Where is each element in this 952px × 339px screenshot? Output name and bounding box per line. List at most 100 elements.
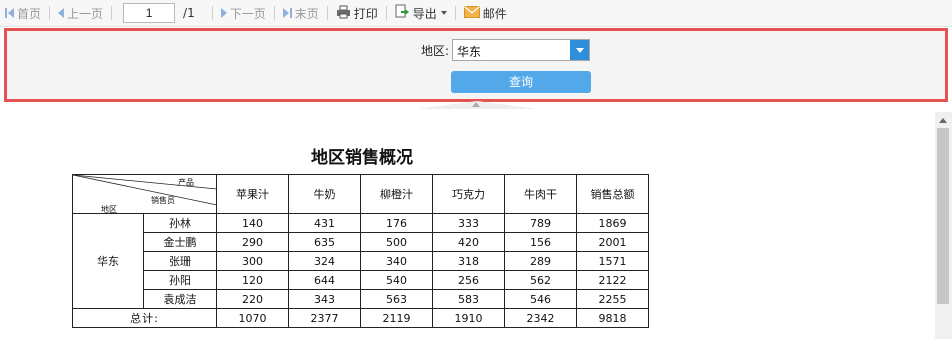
- next-page-label: 下一页: [229, 6, 266, 21]
- parameter-panel: 地区: 华东 查询: [4, 28, 948, 102]
- toolbar-divider: [49, 6, 51, 20]
- printer-icon: [336, 5, 351, 22]
- corner-product-label: 产品: [178, 178, 194, 187]
- sales-table: 产品 销售员 地区 苹果汁 牛奶 柳橙汁 巧克力 牛肉干 销售总额 华东 孙林 …: [72, 174, 649, 328]
- region-select-dropdown-button[interactable]: [570, 40, 589, 60]
- value-cell: 1869: [576, 213, 649, 233]
- region-select-value: 华东: [457, 45, 482, 59]
- query-button[interactable]: 查询: [451, 71, 591, 93]
- value-cell: 324: [288, 251, 361, 271]
- last-page-icon: [282, 8, 292, 18]
- corner-diagonal-lines: [73, 175, 217, 206]
- table-row: 张珊 300 324 340 318 289 1571: [73, 251, 649, 271]
- column-header: 牛奶: [288, 174, 361, 214]
- total-row: 总计: 1070 2377 2119 1910 2342 9818: [72, 308, 649, 328]
- value-cell: 500: [360, 232, 433, 252]
- scroll-up-icon[interactable]: [939, 118, 947, 123]
- table-row: 袁成洁 220 343 563 583 546 2255: [73, 289, 649, 309]
- last-page-button[interactable]: 末页: [280, 2, 322, 24]
- value-cell: 540: [360, 270, 433, 290]
- total-cell: 9818: [576, 308, 649, 328]
- mail-icon: [463, 5, 480, 21]
- vertical-scrollbar[interactable]: [935, 112, 952, 339]
- collapse-panel-handle[interactable]: [417, 101, 537, 109]
- salesperson-cell: 张珊: [143, 251, 217, 271]
- scrollbar-thumb[interactable]: [937, 128, 949, 304]
- total-label: 总计:: [72, 308, 217, 328]
- salesperson-cell: 袁成洁: [143, 289, 217, 309]
- value-cell: 318: [432, 251, 505, 271]
- total-cell: 1910: [432, 308, 505, 328]
- value-cell: 1571: [576, 251, 649, 271]
- corner-region-label: 地区: [101, 205, 117, 214]
- toolbar-divider: [111, 6, 113, 20]
- page-number-input[interactable]: [123, 3, 176, 23]
- salesperson-cell: 孙林: [143, 213, 217, 233]
- salesperson-cell: 孙阳: [143, 270, 217, 290]
- toolbar-divider: [273, 6, 275, 20]
- prev-page-button[interactable]: 上一页: [55, 2, 106, 24]
- chevron-down-icon: [575, 48, 584, 53]
- next-page-button[interactable]: 下一页: [218, 2, 269, 24]
- column-header: 销售总额: [576, 174, 649, 214]
- region-label: 地区:: [421, 44, 450, 58]
- value-cell: 156: [504, 232, 577, 252]
- column-header: 巧克力: [432, 174, 505, 214]
- value-cell: 563: [360, 289, 433, 309]
- value-cell: 583: [432, 289, 505, 309]
- mail-button[interactable]: 邮件: [461, 2, 510, 24]
- column-header: 柳橙汁: [360, 174, 433, 214]
- toolbar-divider: [211, 6, 213, 20]
- value-cell: 2122: [576, 270, 649, 290]
- value-cell: 120: [216, 270, 289, 290]
- first-page-button[interactable]: 首页: [2, 2, 44, 24]
- region-cell: 华东: [72, 213, 144, 309]
- value-cell: 546: [504, 289, 577, 309]
- total-cell: 1070: [216, 308, 289, 328]
- toolbar-divider: [454, 6, 456, 20]
- print-label: 打印: [353, 6, 378, 21]
- export-button[interactable]: 导出: [392, 2, 450, 24]
- value-cell: 300: [216, 251, 289, 271]
- table-row: 华东 孙林 140 431 176 333 789 1869: [72, 213, 649, 309]
- toolbar-divider: [385, 6, 387, 20]
- export-icon: [395, 4, 410, 22]
- mail-label: 邮件: [482, 6, 507, 21]
- export-label: 导出: [412, 6, 437, 21]
- value-cell: 562: [504, 270, 577, 290]
- header-row: 产品 销售员 地区 苹果汁 牛奶 柳橙汁 巧克力 牛肉干 销售总额: [72, 174, 649, 214]
- value-cell: 340: [360, 251, 433, 271]
- total-cell: 2119: [360, 308, 433, 328]
- value-cell: 343: [288, 289, 361, 309]
- value-cell: 333: [432, 213, 505, 233]
- value-cell: 2255: [576, 289, 649, 309]
- report-title: 地区销售概况: [311, 148, 413, 168]
- prev-page-icon: [58, 8, 65, 18]
- salesperson-cell: 金士鹏: [143, 232, 217, 252]
- table-row: 孙阳 120 644 540 256 562 2122: [73, 270, 649, 290]
- toolbar-divider: [326, 6, 328, 20]
- first-page-label: 首页: [17, 6, 42, 21]
- value-cell: 140: [216, 213, 289, 233]
- value-cell: 220: [216, 289, 289, 309]
- value-cell: 289: [504, 251, 577, 271]
- prev-page-label: 上一页: [67, 6, 104, 21]
- value-cell: 420: [432, 232, 505, 252]
- print-button[interactable]: 打印: [333, 2, 381, 24]
- value-cell: 431: [288, 213, 361, 233]
- corner-header-cell: 产品 销售员 地区: [72, 174, 217, 214]
- value-cell: 176: [360, 213, 433, 233]
- value-cell: 635: [288, 232, 361, 252]
- value-cell: 290: [216, 232, 289, 252]
- column-header: 牛肉干: [504, 174, 577, 214]
- first-page-icon: [5, 8, 14, 18]
- value-cell: 789: [504, 213, 577, 233]
- last-page-label: 末页: [294, 6, 319, 21]
- value-cell: 2001: [576, 232, 649, 252]
- chevron-down-icon: [440, 11, 447, 15]
- table-row: 金士鹏 290 635 500 420 156 2001: [73, 232, 649, 252]
- corner-salesperson-label: 销售员: [151, 196, 175, 205]
- region-select[interactable]: 华东: [452, 39, 590, 61]
- value-cell: 644: [288, 270, 361, 290]
- value-cell: 256: [432, 270, 505, 290]
